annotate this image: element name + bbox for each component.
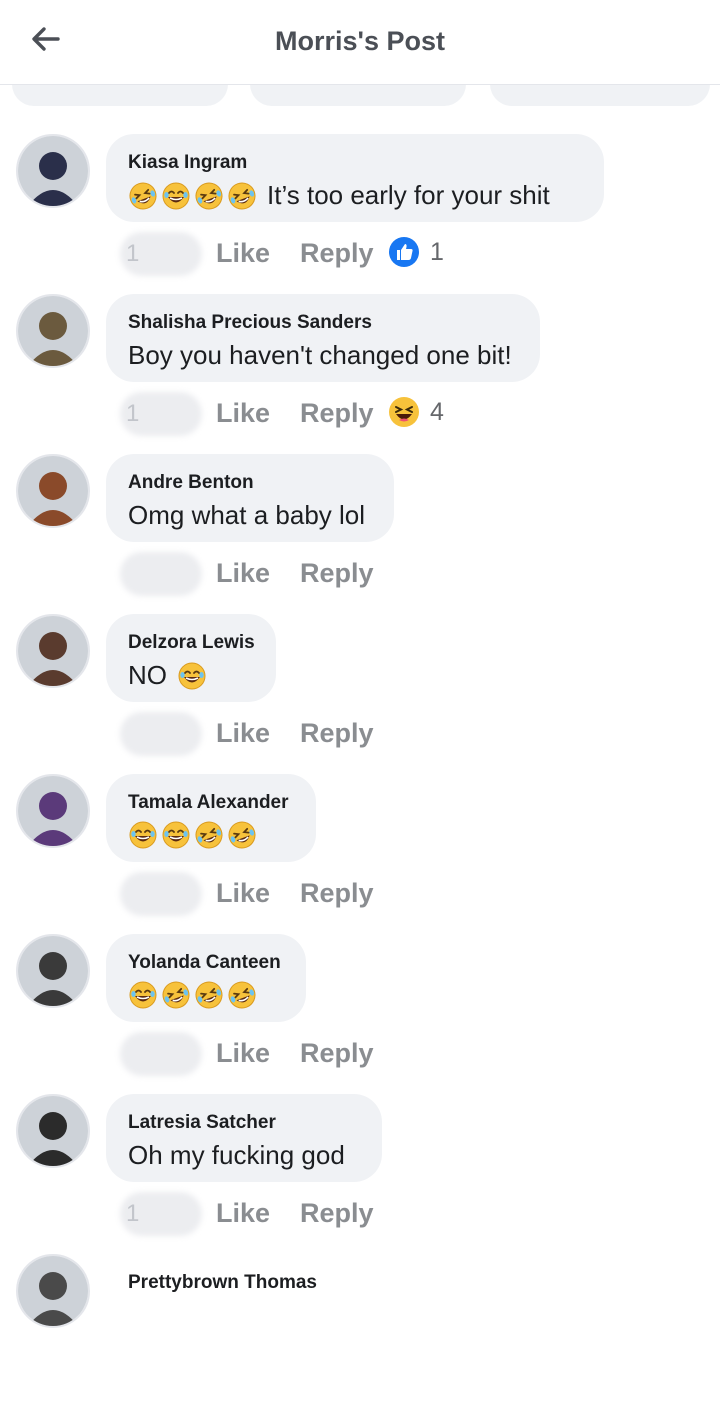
- comment-bubble[interactable]: Shalisha Precious Sanders Boy you haven't…: [106, 294, 540, 382]
- emoji-group-icon: [177, 661, 207, 691]
- comment-author[interactable]: Andre Benton: [128, 472, 370, 494]
- comment-text: [128, 980, 282, 1010]
- avatar[interactable]: [16, 614, 90, 688]
- comment-actions: Like Reply: [106, 712, 666, 756]
- avatar[interactable]: [16, 1254, 90, 1328]
- avatar[interactable]: [16, 1094, 90, 1168]
- comment-author[interactable]: Prettybrown Thomas: [128, 1272, 317, 1294]
- comment-bubble[interactable]: Kiasa Ingram It’s too early for your shi…: [106, 134, 604, 222]
- comment-bubble[interactable]: Prettybrown Thomas: [106, 1254, 341, 1342]
- reaction-summary[interactable]: 1: [388, 234, 444, 270]
- comment-message: It’s too early for your shit: [267, 180, 550, 210]
- like-button[interactable]: Like: [216, 878, 270, 909]
- comment-timestamp: 1: [126, 240, 140, 267]
- comment-text: Boy you haven't changed one bit!: [128, 340, 516, 371]
- avatar[interactable]: [16, 294, 90, 368]
- timestamp-blur: [120, 552, 202, 596]
- like-button[interactable]: Like: [216, 1198, 270, 1229]
- comment-message: NO: [128, 660, 167, 690]
- comment-bubble[interactable]: Yolanda Canteen: [106, 934, 306, 1022]
- comment-actions: 1 Like Reply 4: [106, 392, 666, 436]
- comment-actions: Like Reply: [106, 552, 666, 596]
- timestamp-blur: [120, 872, 202, 916]
- reply-button[interactable]: Reply: [300, 878, 374, 909]
- comment-bubble[interactable]: Andre Benton Omg what a baby lol: [106, 454, 394, 542]
- reply-button[interactable]: Reply: [300, 1198, 374, 1229]
- comment-actions: 1 Like Reply: [106, 1192, 666, 1236]
- avatar[interactable]: [16, 454, 90, 528]
- comment-message: Oh my fucking god: [128, 1140, 345, 1170]
- like-button[interactable]: Like: [216, 558, 270, 589]
- comment-item: Latresia Satcher Oh my fucking god 1 Like Re…: [0, 1094, 720, 1254]
- like-button[interactable]: Like: [216, 238, 270, 269]
- reaction-summary[interactable]: 4: [388, 394, 444, 430]
- comment-bubble[interactable]: Latresia Satcher Oh my fucking god: [106, 1094, 382, 1182]
- like-button[interactable]: Like: [216, 398, 270, 429]
- comment-author[interactable]: Yolanda Canteen: [128, 952, 282, 974]
- page-title: Morris's Post: [275, 26, 445, 56]
- avatar[interactable]: [16, 134, 90, 208]
- comment-actions: 1 Like Reply 1: [106, 232, 666, 276]
- timestamp-blur: [120, 1032, 202, 1076]
- comment-text: [128, 820, 292, 850]
- comment-author[interactable]: Tamala Alexander: [128, 792, 292, 814]
- emoji-group-icon: [128, 820, 257, 850]
- comment-text: Omg what a baby lol: [128, 500, 370, 531]
- avatar[interactable]: [16, 934, 90, 1008]
- reply-button[interactable]: Reply: [300, 398, 374, 429]
- like-button[interactable]: Like: [216, 1038, 270, 1069]
- emoji-group-icon: [128, 980, 257, 1010]
- comment-text: NO: [128, 660, 252, 691]
- comment-item: Kiasa Ingram It’s too early for your shi…: [0, 134, 720, 294]
- reaction-count: 1: [430, 237, 444, 266]
- comment-timestamp: 1: [126, 1200, 140, 1227]
- reaction-filter-bar: [0, 84, 720, 110]
- reply-button[interactable]: Reply: [300, 238, 374, 269]
- comment-item: Andre Benton Omg what a baby lol Like Reply: [0, 454, 720, 614]
- like-button[interactable]: Like: [216, 718, 270, 749]
- comment-text: It’s too early for your shit: [128, 180, 580, 211]
- reply-button[interactable]: Reply: [300, 718, 374, 749]
- comment-author[interactable]: Shalisha Precious Sanders: [128, 312, 516, 334]
- haha-reaction-icon: [388, 396, 420, 428]
- comment-author[interactable]: Latresia Satcher: [128, 1112, 358, 1134]
- reaction-count: 4: [430, 397, 444, 426]
- comment-item: Delzora Lewis NO Like Reply: [0, 614, 720, 774]
- comment-actions: Like Reply: [106, 872, 666, 916]
- like-reaction-icon: [388, 236, 420, 268]
- comment-actions: Like Reply: [106, 1032, 666, 1076]
- filter-pill[interactable]: [250, 84, 466, 106]
- comment-author[interactable]: Delzora Lewis: [128, 632, 255, 654]
- comment-bubble[interactable]: Tamala Alexander: [106, 774, 316, 862]
- reply-button[interactable]: Reply: [300, 1038, 374, 1069]
- avatar[interactable]: [16, 774, 90, 848]
- comment-text: Oh my fucking god: [128, 1140, 358, 1171]
- comment-item: Tamala Alexander Like Reply: [0, 774, 720, 934]
- timestamp-blur: [120, 712, 202, 756]
- comment-item: Prettybrown Thomas: [0, 1254, 720, 1414]
- comment-message: Omg what a baby lol: [128, 500, 366, 530]
- comment-bubble[interactable]: Delzora Lewis NO: [106, 614, 276, 702]
- comment-message: Boy you haven't changed one bit!: [128, 340, 512, 370]
- filter-pill[interactable]: [490, 84, 710, 106]
- comment-timestamp: 1: [126, 400, 140, 427]
- comment-item: Shalisha Precious Sanders Boy you haven't…: [0, 294, 720, 454]
- comment-author[interactable]: Kiasa Ingram: [128, 152, 580, 174]
- filter-pill[interactable]: [12, 84, 228, 106]
- app-header: Morris's Post: [0, 0, 720, 85]
- comment-item: Yolanda Canteen Like Reply: [0, 934, 720, 1094]
- reply-button[interactable]: Reply: [300, 558, 374, 589]
- emoji-group-icon: [128, 181, 257, 211]
